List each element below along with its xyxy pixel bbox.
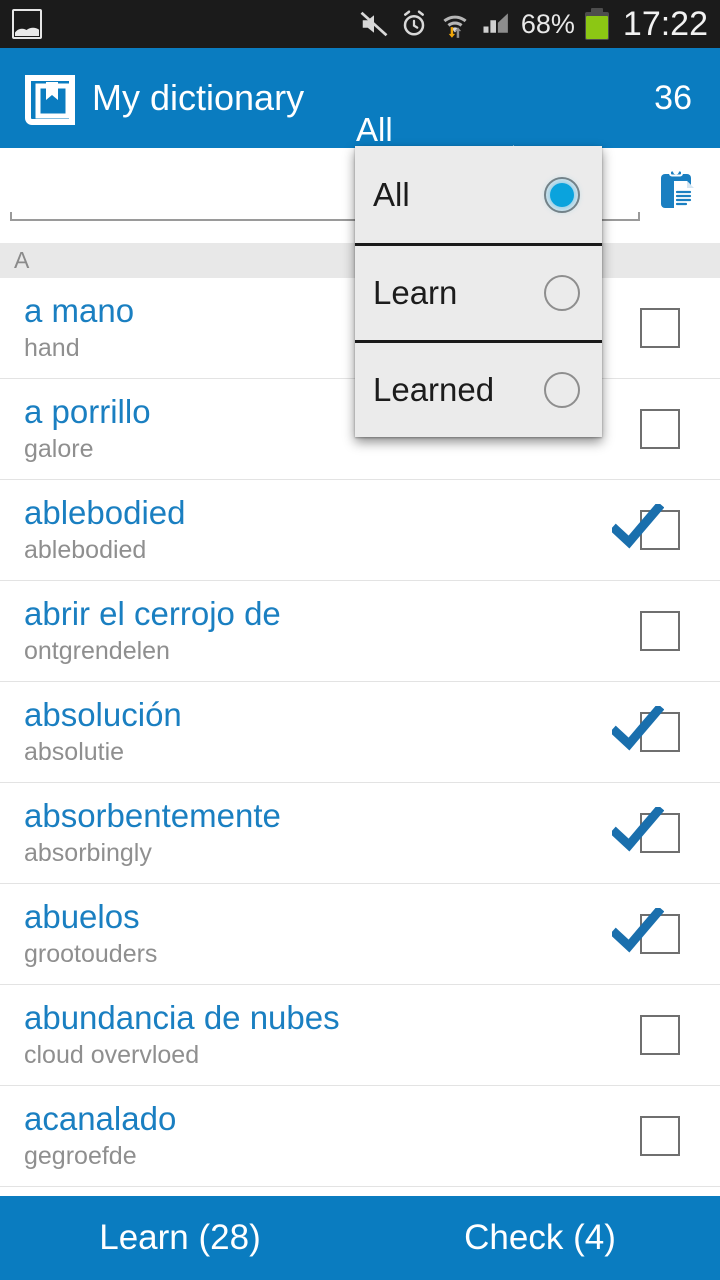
gallery-icon [12, 9, 42, 39]
clipboard-icon[interactable] [648, 162, 708, 218]
word-text: ablebodied [24, 494, 186, 531]
translation-text: ontgrendelen [24, 637, 170, 665]
list-item-texts: absorbentemente absorbingly [0, 797, 600, 869]
list-item-texts: ablebodied ablebodied [0, 494, 600, 566]
dropdown-item-label: Learn [373, 274, 458, 311]
word-text: abrir el cerrojo de [24, 595, 281, 632]
app-screen: 68% 17:22 My dictionary All 36 A a mano … [0, 0, 720, 1280]
word-text: acanalado [24, 1100, 177, 1137]
word-text: abuelos [24, 898, 140, 935]
translation-text: gegroefde [24, 1142, 137, 1170]
row-checkbox[interactable] [600, 308, 720, 348]
row-checkbox[interactable] [600, 903, 720, 954]
status-bar-left [0, 9, 359, 39]
alarm-icon [403, 10, 425, 36]
list-item-texts: abuelos grootouders [0, 898, 600, 970]
checkbox-unchecked[interactable] [640, 1116, 680, 1156]
word-text: absorbentemente [24, 797, 281, 834]
action-bar: My dictionary All 36 [0, 48, 720, 176]
checkbox-checked[interactable] [640, 701, 689, 752]
learn-button[interactable]: Learn (28) [0, 1218, 360, 1258]
radio-unselected-icon[interactable] [544, 372, 580, 408]
battery-percent: 68% [520, 8, 575, 39]
status-bar-right: 68% 17:22 [359, 5, 720, 44]
checkbox-unchecked[interactable] [640, 611, 680, 651]
wifi-data-icon [443, 15, 467, 38]
book-bookmark-icon [20, 70, 76, 126]
row-checkbox[interactable] [600, 409, 720, 449]
section-header-label: A [14, 247, 30, 273]
list-item-texts: abundancia de nubes cloud overvloed [0, 999, 600, 1071]
translation-text: cloud overvloed [24, 1041, 200, 1069]
row-checkbox[interactable] [600, 1116, 720, 1156]
list-item-texts: acanalado gegroefde [0, 1100, 600, 1172]
checkbox-checked[interactable] [640, 903, 689, 954]
translation-text: grootouders [24, 940, 158, 968]
translation-text: absolutie [24, 738, 125, 766]
check-button[interactable]: Check (4) [360, 1218, 720, 1258]
filter-dropdown-menu[interactable]: All Learn Learned [355, 146, 602, 437]
list-item[interactable]: abrir el cerrojo de ontgrendelen [0, 581, 720, 682]
filter-spinner-label: All [356, 111, 393, 148]
status-bar: 68% 17:22 [0, 0, 720, 48]
dropdown-item-label: Learned [373, 371, 495, 408]
list-item-texts: absolución absolutie [0, 696, 600, 768]
clock: 17:22 [622, 4, 708, 43]
dropdown-item-label: All [373, 175, 410, 213]
translation-text: ablebodied [24, 536, 147, 564]
list-item[interactable]: absolución absolutie [0, 682, 720, 783]
checkbox-checked[interactable] [640, 499, 689, 550]
row-checkbox[interactable] [600, 1015, 720, 1055]
row-checkbox[interactable] [600, 611, 720, 651]
list-item[interactable]: acanalado gegroefde [0, 1086, 720, 1187]
row-checkbox[interactable] [600, 802, 720, 853]
translation-text: galore [24, 435, 94, 463]
radio-selected-icon[interactable] [544, 176, 580, 213]
checkbox-checked[interactable] [640, 802, 689, 853]
word-count: 36 [654, 78, 692, 117]
radio-unselected-icon[interactable] [544, 275, 580, 311]
list-item-texts: abrir el cerrojo de ontgrendelen [0, 595, 600, 667]
battery-icon [584, 8, 609, 40]
dropdown-item-all[interactable]: All [355, 146, 602, 243]
checkbox-unchecked[interactable] [640, 1015, 680, 1055]
list-item[interactable]: abundancia de nubes cloud overvloed [0, 985, 720, 1086]
dropdown-item-learned[interactable]: Learned [355, 340, 602, 437]
word-text: abundancia de nubes [24, 999, 340, 1036]
checkbox-unchecked[interactable] [640, 308, 680, 348]
list-item[interactable]: absorbentemente absorbingly [0, 783, 720, 884]
dropdown-item-learn[interactable]: Learn [355, 243, 602, 340]
page-title: My dictionary [92, 77, 305, 118]
list-item[interactable]: ablebodied ablebodied [0, 480, 720, 581]
translation-text: absorbingly [24, 839, 152, 867]
signal-icon [483, 13, 508, 33]
checkbox-unchecked[interactable] [640, 409, 680, 449]
list-item[interactable]: abuelos grootouders [0, 884, 720, 985]
row-checkbox[interactable] [600, 499, 720, 550]
mute-icon [360, 11, 388, 37]
row-checkbox[interactable] [600, 701, 720, 752]
word-text: absolución [24, 696, 182, 733]
bottom-bar: Learn (28) Check (4) [0, 1196, 720, 1280]
